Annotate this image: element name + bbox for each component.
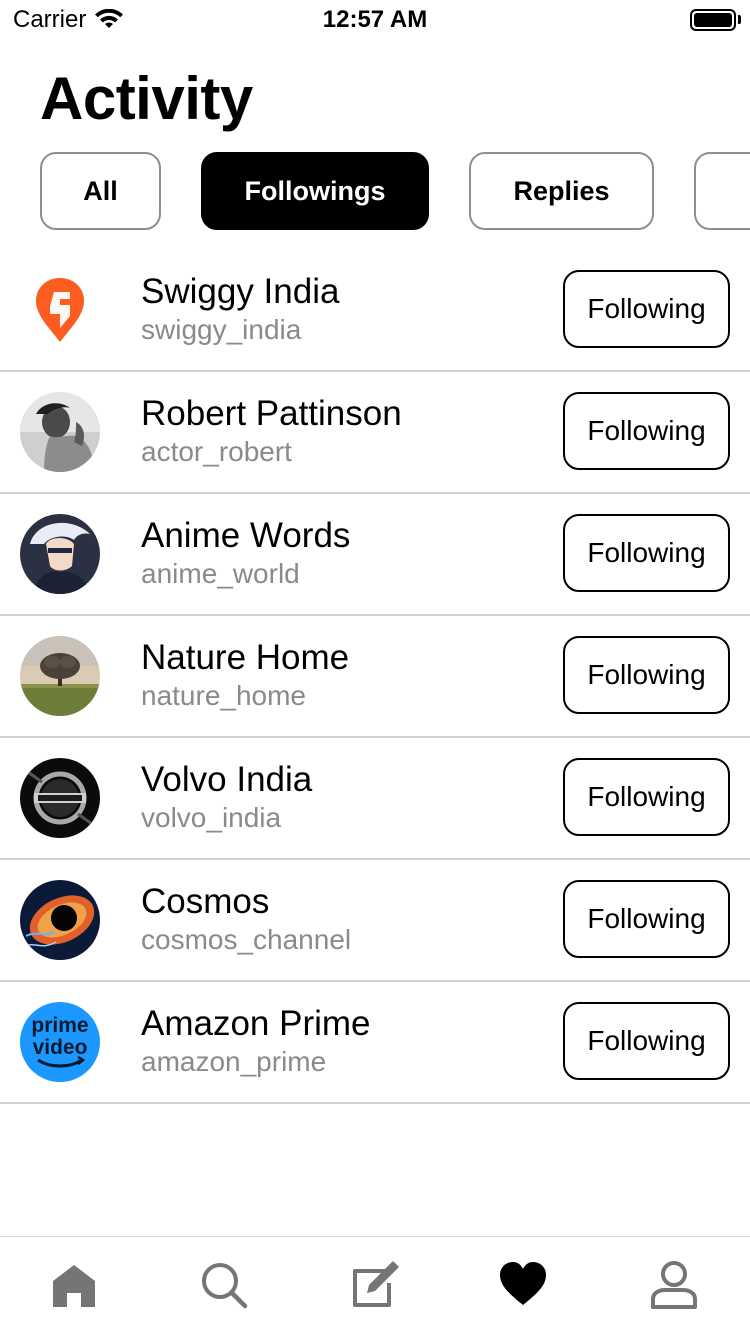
account-handle: volvo_india [141,802,282,833]
anime-portrait-avatar [20,514,100,594]
list-item[interactable]: Robert Pattinson actor_robert Following [0,372,750,494]
home-icon[interactable] [49,1259,99,1311]
following-button[interactable]: Following [563,270,730,348]
following-button[interactable]: Following [563,1002,730,1080]
list-item[interactable]: prime video Amazon Prime amazon_prime Fo… [0,982,750,1104]
tab-all[interactable]: All [40,152,161,230]
account-handle: amazon_prime [141,1046,327,1077]
following-button[interactable]: Following [563,880,730,958]
account-handle: cosmos_channel [141,924,352,955]
activity-screen: Carrier 12:57 AM Activity All Followings… [0,0,750,1334]
tree-landscape-avatar [20,636,100,716]
profile-icon[interactable] [649,1259,699,1311]
video-logo-word: video [33,1036,88,1059]
account-handle: swiggy_india [141,314,302,345]
person-photo-avatar [20,392,100,472]
compose-icon[interactable] [349,1259,399,1311]
tab-more[interactable] [694,152,750,230]
account-handle: actor_robert [141,436,292,467]
list-item[interactable]: Volvo India volvo_india Following [0,738,750,860]
battery-icon [690,9,736,31]
account-name: Nature Home [141,638,350,677]
following-list: Swiggy India swiggy_india Following Robe… [0,250,750,1104]
list-item[interactable]: Nature Home nature_home Following [0,616,750,738]
account-name: Robert Pattinson [141,394,402,433]
status-bar: Carrier 12:57 AM [0,0,750,40]
account-name: Cosmos [141,882,270,921]
list-item[interactable]: Swiggy India swiggy_india Following [0,250,750,372]
account-handle: nature_home [141,680,307,711]
tab-followings[interactable]: Followings [201,152,429,230]
account-handle: anime_world [141,558,300,589]
tab-replies[interactable]: Replies [469,152,654,230]
search-icon[interactable] [199,1259,249,1311]
list-item[interactable]: Cosmos cosmos_channel Following [0,860,750,982]
prime-video-logo-avatar: prime video [20,1002,100,1082]
battery-tip [738,15,741,24]
heart-icon[interactable] [498,1259,548,1311]
status-time: 12:57 AM [322,6,428,33]
account-name: Volvo India [141,760,313,799]
tab-bar [0,1236,750,1334]
following-button[interactable]: Following [563,636,730,714]
page-title: Activity [40,65,253,132]
list-item[interactable]: Anime Words anime_world Following [0,494,750,616]
swiggy-logo-avatar [20,270,100,350]
volvo-grille-avatar [20,758,100,838]
account-name: Amazon Prime [141,1004,371,1043]
following-button[interactable]: Following [563,514,730,592]
black-hole-avatar [20,880,100,960]
following-button[interactable]: Following [563,392,730,470]
prime-logo-word: prime [31,1014,88,1037]
account-name: Swiggy India [141,272,340,311]
account-name: Anime Words [141,516,351,555]
following-button[interactable]: Following [563,758,730,836]
filter-tabs: All Followings Replies [40,152,750,232]
